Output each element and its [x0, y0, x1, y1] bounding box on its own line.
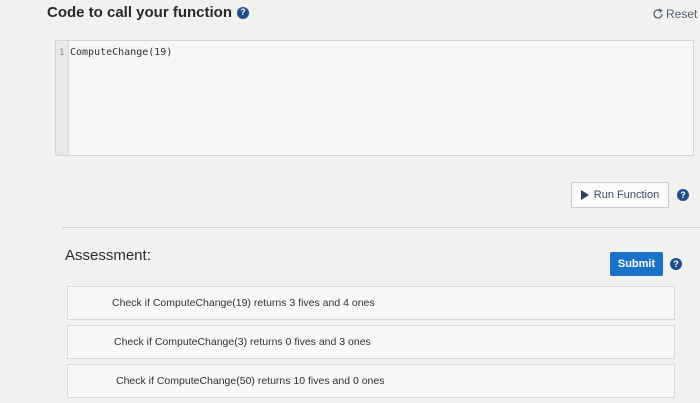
test-case-item: Check if ComputeChange(50) returns 10 fi… [67, 364, 675, 398]
code-line[interactable]: ComputeChange(19) [70, 47, 172, 58]
help-icon[interactable]: ? [237, 6, 250, 19]
test-case-text: Check if ComputeChange(50) returns 10 fi… [116, 375, 385, 387]
help-icon[interactable]: ? [670, 258, 682, 270]
test-case-text: Check if ComputeChange(3) returns 0 five… [114, 336, 371, 348]
code-section-title-text: Code to call your function [47, 4, 233, 21]
test-case-text: Check if ComputeChange(19) returns 3 fiv… [112, 297, 375, 309]
run-function-label: Run Function [593, 189, 660, 201]
submit-button[interactable]: Submit [610, 252, 663, 276]
editor-gutter: 1 [56, 41, 69, 155]
test-case-item: Check if ComputeChange(3) returns 0 five… [67, 325, 675, 359]
reset-label: Reset [666, 7, 698, 21]
section-divider [62, 227, 700, 228]
reset-arrow-icon [653, 8, 663, 19]
test-case-item: Check if ComputeChange(19) returns 3 fiv… [67, 286, 675, 320]
run-function-button[interactable]: Run Function [571, 182, 669, 208]
code-editor[interactable]: 1 ComputeChange(19) [55, 40, 694, 156]
help-icon[interactable]: ? [677, 189, 689, 201]
assessment-title: Assessment: [65, 247, 151, 264]
code-section-title: Code to call your function ? [47, 4, 250, 21]
reset-button[interactable]: Reset [652, 7, 697, 21]
play-icon [580, 190, 589, 200]
line-number: 1 [59, 48, 65, 58]
